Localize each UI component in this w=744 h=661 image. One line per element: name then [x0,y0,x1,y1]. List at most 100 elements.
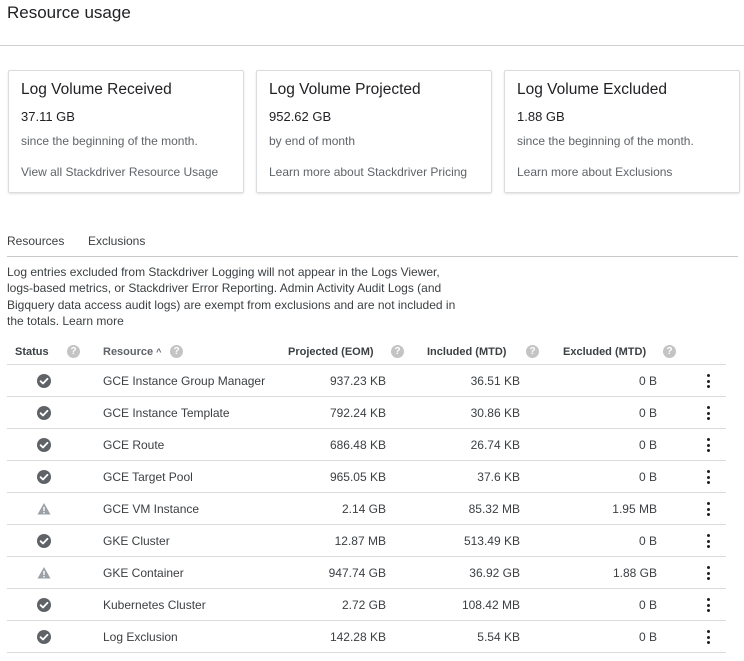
resource-name: GKE Cluster [103,534,170,548]
column-header-status: Status [15,346,49,358]
tab-resources[interactable]: Resources [7,234,64,248]
check-circle-icon [37,374,51,388]
check-circle-icon [37,406,51,420]
column-header-projected: Projected (EOM) [288,346,374,358]
included-value: 36.92 GB [469,566,520,580]
card-title: Log Volume Projected [269,81,421,98]
included-value: 5.54 KB [477,630,520,644]
included-value: 37.6 KB [477,470,520,484]
column-header-excluded: Excluded (MTD) [563,346,647,358]
included-value: 513.49 KB [463,534,520,548]
resource-name: Kubernetes Cluster [103,598,206,612]
more-vert-icon[interactable] [701,565,717,581]
excluded-value: 0 B [638,438,657,452]
more-vert-icon[interactable] [701,533,717,549]
resource-name: Log Exclusion [103,630,178,644]
card-value: 1.88 GB [517,109,565,124]
projected-value: 686.48 KB [329,438,386,452]
help-circle-icon[interactable]: ? [170,345,183,358]
check-circle-icon [37,630,51,644]
check-circle-icon [37,470,51,484]
resource-name: GCE VM Instance [103,502,200,516]
table-body: GCE Instance Group Manager 937.23 KB 36.51… [7,365,726,653]
table-header: Status ? Resource ^ ? Projected (EOM) ? I… [7,340,726,365]
tab-bar: Resources Exclusions [7,233,738,257]
help-circle-icon[interactable]: ? [663,345,676,358]
more-vert-icon[interactable] [701,501,717,517]
table-row[interactable]: GKE Cluster 12.87 MB 513.49 KB 0 B [7,525,726,557]
table-row[interactable]: GCE Route 686.48 KB 26.74 KB 0 B [7,429,726,461]
projected-value: 142.28 KB [329,630,386,644]
card-subtitle: since the beginning of the month. [517,134,694,148]
excluded-value: 0 B [638,630,657,644]
resource-name: GCE Route [103,438,165,452]
exclusions-info-text: Log entries excluded from Stackdriver Lo… [7,264,457,329]
table-row[interactable]: Log Exclusion 142.28 KB 5.54 KB 0 B [7,621,726,653]
excluded-value: 0 B [638,374,657,388]
check-circle-icon [37,598,51,612]
check-circle-icon [37,534,51,548]
card-log-volume-received: Log Volume Received 37.11 GB since the b… [8,70,244,193]
view-resource-usage-link[interactable]: View all Stackdriver Resource Usage [21,165,218,179]
pricing-link[interactable]: Learn more about Stackdriver Pricing [269,165,467,179]
projected-value: 947.74 GB [328,566,386,580]
more-vert-icon[interactable] [701,373,717,389]
card-title: Log Volume Excluded [517,81,667,98]
included-value: 30.86 KB [470,406,520,420]
check-circle-icon [37,438,51,452]
column-header-resource[interactable]: Resource ^ [103,346,161,358]
card-subtitle: since the beginning of the month. [21,134,198,148]
learn-more-link[interactable]: Learn more [62,314,123,328]
more-vert-icon[interactable] [701,597,717,613]
resource-name: GCE Target Pool [103,470,193,484]
table-row[interactable]: GCE Target Pool 965.05 KB 37.6 KB 0 B [7,461,726,493]
header-divider [0,45,744,46]
help-circle-icon[interactable]: ? [67,345,80,358]
projected-value: 2.72 GB [341,598,386,612]
projected-value: 792.24 KB [329,406,386,420]
sort-ascending-icon: ^ [156,347,162,357]
card-log-volume-excluded: Log Volume Excluded 1.88 GB since the be… [504,70,740,193]
projected-value: 2.14 GB [341,502,386,516]
resource-name: GCE Instance Template [103,406,230,420]
exclusions-link[interactable]: Learn more about Exclusions [517,165,672,179]
tab-exclusions[interactable]: Exclusions [88,234,145,248]
included-value: 108.42 MB [461,598,520,612]
excluded-value: 1.88 GB [612,566,657,580]
resource-name: GCE Instance Group Manager [103,374,266,388]
projected-value: 12.87 MB [334,534,386,548]
help-circle-icon[interactable]: ? [526,345,539,358]
included-value: 85.32 MB [468,502,520,516]
card-title: Log Volume Received [21,81,172,98]
more-vert-icon[interactable] [701,405,717,421]
column-header-included: Included (MTD) [427,346,507,358]
included-value: 36.51 KB [470,374,520,388]
excluded-value: 0 B [638,534,657,548]
excluded-value: 0 B [638,470,657,484]
help-circle-icon[interactable]: ? [391,345,404,358]
projected-value: 937.23 KB [329,374,386,388]
column-header-resource-label: Resource [103,346,154,358]
excluded-value: 0 B [638,406,657,420]
page-title: Resource usage [7,3,131,22]
card-log-volume-projected: Log Volume Projected 952.62 GB by end of… [256,70,492,193]
more-vert-icon[interactable] [701,469,717,485]
table-row[interactable]: GCE VM Instance 2.14 GB 85.32 MB 1.95 MB [7,493,726,525]
more-vert-icon[interactable] [701,437,717,453]
excluded-value: 1.95 MB [612,502,657,516]
more-vert-icon[interactable] [701,629,717,645]
warning-triangle-icon [37,566,51,580]
card-subtitle: by end of month [269,134,356,148]
table-row[interactable]: GCE Instance Group Manager 937.23 KB 36.51… [7,365,726,397]
resources-table: Status ? Resource ^ ? Projected (EOM) ? I… [7,340,726,653]
included-value: 26.74 KB [470,438,520,452]
table-row[interactable]: GCE Instance Template 792.24 KB 30.86 KB 0 … [7,397,726,429]
resource-name: GKE Container [103,566,184,580]
card-value: 952.62 GB [269,109,332,124]
excluded-value: 0 B [638,598,657,612]
warning-triangle-icon [37,502,51,516]
table-row[interactable]: Kubernetes Cluster 2.72 GB 108.42 MB 0 B [7,589,726,621]
card-value: 37.11 GB [21,109,75,124]
projected-value: 965.05 KB [329,470,386,484]
table-row[interactable]: GKE Container 947.74 GB 36.92 GB 1.88 GB [7,557,726,589]
